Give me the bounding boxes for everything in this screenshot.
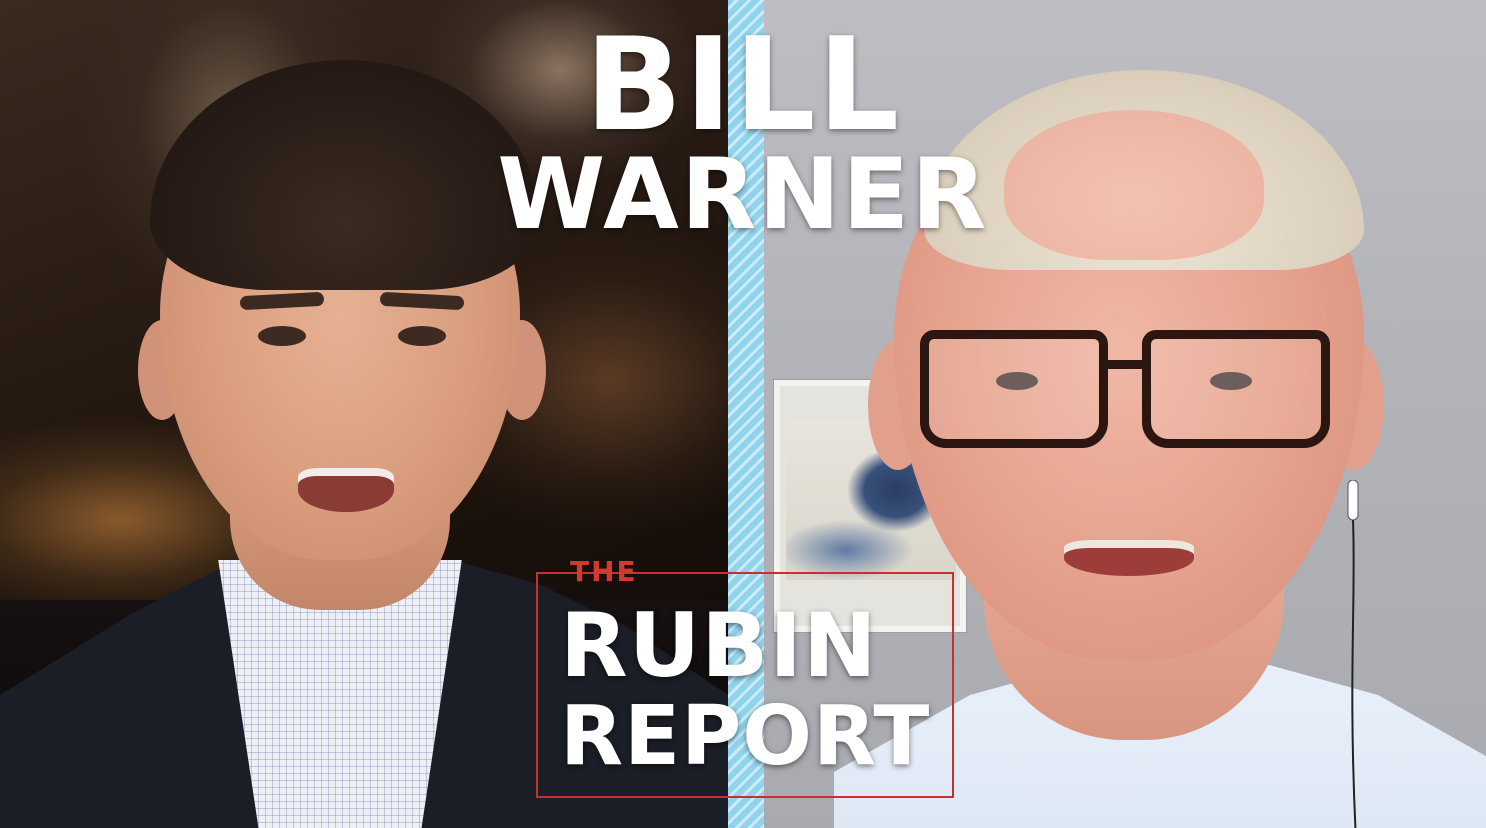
guest-last-name: WARNER [497, 138, 989, 252]
glasses-lens-left [920, 330, 1108, 448]
host-eye-left [258, 326, 306, 346]
show-logo-report: REPORT [560, 689, 931, 784]
host-mouth [298, 468, 394, 512]
glasses-lens-right [1142, 330, 1330, 448]
guest-first-name: BILL [584, 11, 902, 160]
show-logo-rubin: RUBIN [560, 594, 878, 697]
earbud-wire [1347, 480, 1359, 828]
thumbnail-frame: BILL WARNER THE RUBIN REPORT [0, 0, 1486, 828]
show-logo-the: THE [570, 555, 638, 588]
guest-mouth [1064, 540, 1194, 576]
glasses-bridge [1106, 360, 1146, 369]
host-eye-right [398, 326, 446, 346]
guest-glasses [920, 330, 1340, 448]
